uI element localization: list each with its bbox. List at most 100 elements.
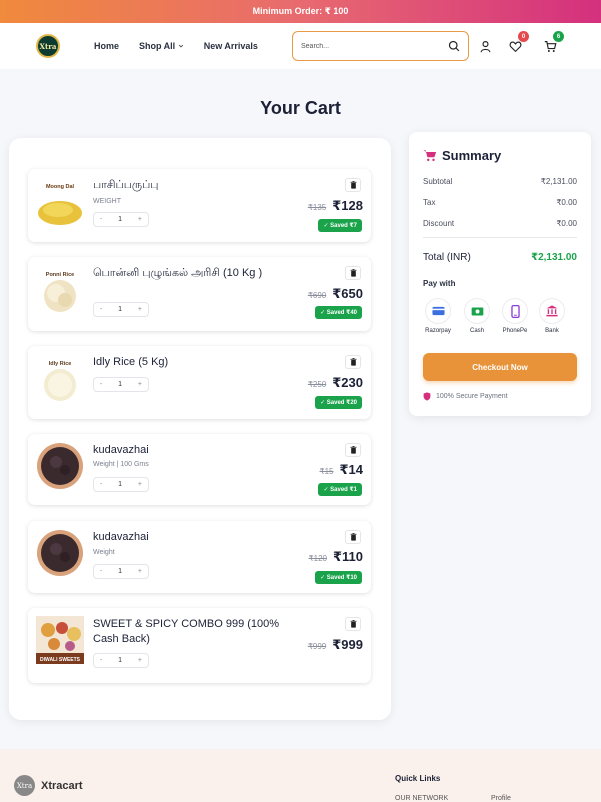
qty-value: 1 bbox=[118, 657, 123, 664]
discount-row: Discount ₹0.00 bbox=[423, 219, 577, 228]
remove-item-button[interactable] bbox=[345, 530, 361, 544]
saved-badge: ✓ Saved ₹1 bbox=[318, 483, 362, 496]
product-image-label: Idly Rice bbox=[49, 361, 72, 367]
remove-item-button[interactable] bbox=[345, 443, 361, 457]
payment-option-cash[interactable]: Cash bbox=[462, 298, 492, 334]
qty-plus-button[interactable]: + bbox=[138, 381, 142, 388]
qty-minus-button[interactable]: - bbox=[100, 657, 102, 664]
remove-item-button[interactable] bbox=[345, 178, 361, 192]
wishlist-icon[interactable]: 0 bbox=[507, 31, 529, 54]
qty-value: 1 bbox=[118, 568, 123, 575]
payment-option-bank[interactable]: Bank bbox=[537, 298, 567, 334]
price-group: ₹690 ₹650 bbox=[308, 286, 363, 302]
wishlist-count-badge: 0 bbox=[518, 31, 529, 42]
footer-logo: Xtra bbox=[14, 775, 35, 796]
payment-option-phonepe[interactable]: PhonePe bbox=[500, 298, 530, 334]
item-name: kudavazhai bbox=[93, 531, 149, 543]
promo-banner: Minimum Order: ₹ 100 bbox=[0, 0, 601, 23]
footer-brand: Xtracart bbox=[41, 780, 83, 792]
qty-plus-button[interactable]: + bbox=[138, 657, 142, 664]
qty-plus-button[interactable]: + bbox=[138, 216, 142, 223]
qty-plus-button[interactable]: + bbox=[138, 481, 142, 488]
product-image: Idly Rice bbox=[36, 356, 84, 404]
qty-plus-button[interactable]: + bbox=[138, 568, 142, 575]
footer: Xtra Xtracart Quick Links OUR NETWORK Pr… bbox=[0, 749, 601, 802]
phone-icon bbox=[510, 304, 520, 318]
cart-item: kudavazhai Weight - 1 + ₹120 ₹110 ✓ Saved ₹… bbox=[28, 521, 371, 593]
quantity-stepper: - 1 + bbox=[93, 377, 149, 392]
tax-row: Tax ₹0.00 bbox=[423, 198, 577, 207]
quantity-stepper: - 1 + bbox=[93, 564, 149, 579]
product-image: Ponni Rice bbox=[36, 267, 84, 315]
trash-icon bbox=[350, 358, 356, 366]
nav-home[interactable]: Home bbox=[94, 41, 119, 51]
current-price: ₹999 bbox=[332, 637, 363, 652]
remove-item-button[interactable] bbox=[345, 355, 361, 369]
item-variant: WEIGHT bbox=[93, 198, 121, 205]
chevron-down-icon bbox=[178, 44, 183, 48]
quantity-stepper: - 1 + bbox=[93, 212, 149, 227]
qty-plus-button[interactable]: + bbox=[138, 306, 142, 313]
site-logo[interactable]: Xtra bbox=[36, 34, 60, 58]
quantity-stepper: - 1 + bbox=[93, 302, 149, 317]
cart-icon[interactable]: 6 bbox=[542, 31, 564, 54]
qty-value: 1 bbox=[118, 381, 123, 388]
top-navigation: Xtra Home Shop All New Arrivals 0 6 bbox=[0, 23, 601, 69]
trash-icon bbox=[350, 533, 356, 541]
main-nav: Home Shop All New Arrivals bbox=[94, 41, 258, 51]
qty-minus-button[interactable]: - bbox=[100, 568, 102, 575]
current-price: ₹650 bbox=[332, 286, 363, 301]
qty-minus-button[interactable]: - bbox=[100, 481, 102, 488]
remove-item-button[interactable] bbox=[345, 617, 361, 631]
trash-icon bbox=[350, 181, 356, 189]
payment-option-razorpay[interactable]: Razorpay bbox=[423, 298, 453, 334]
item-variant: Weight | 100 Gms bbox=[93, 461, 149, 468]
original-price: ₹999 bbox=[307, 642, 327, 651]
cart-item: kudavazhai Weight | 100 Gms - 1 + ₹15 ₹14 ✓… bbox=[28, 434, 371, 505]
product-image: DIWALI SWEETS bbox=[36, 616, 84, 664]
account-icon[interactable] bbox=[477, 38, 493, 54]
footer-link-our-network[interactable]: OUR NETWORK bbox=[395, 795, 448, 802]
price-group: ₹120 ₹110 bbox=[309, 549, 363, 565]
summary-heading: Summary bbox=[423, 148, 501, 163]
original-price: ₹690 bbox=[307, 291, 327, 300]
original-price: ₹120 bbox=[308, 554, 327, 563]
checkout-button[interactable]: Checkout Now bbox=[423, 353, 577, 381]
secure-payment-note: 100% Secure Payment bbox=[423, 392, 508, 401]
original-price: ₹15 bbox=[319, 467, 334, 476]
footer-link-profile[interactable]: Profile bbox=[491, 795, 511, 802]
nav-shop-all[interactable]: Shop All bbox=[139, 41, 184, 51]
saved-badge: ✓ Saved ₹40 bbox=[315, 306, 362, 319]
trash-icon bbox=[350, 446, 356, 454]
summary-divider bbox=[423, 237, 577, 238]
cart-icon bbox=[423, 150, 437, 162]
current-price: ₹128 bbox=[332, 198, 363, 213]
search-box bbox=[292, 31, 469, 61]
price-group: ₹250 ₹230 bbox=[308, 375, 363, 391]
qty-minus-button[interactable]: - bbox=[100, 381, 102, 388]
product-image-label: Moong Dal bbox=[46, 184, 75, 190]
item-name: SWEET & SPICY COMBO 999 (100% Cash Back) bbox=[93, 618, 280, 645]
card-icon bbox=[431, 306, 445, 316]
nav-new-arrivals[interactable]: New Arrivals bbox=[204, 41, 258, 51]
remove-item-button[interactable] bbox=[345, 266, 361, 280]
cart-item: Idly Rice Idly Rice (5 Kg) -1 + ₹250 ₹230 … bbox=[28, 346, 371, 419]
search-input[interactable] bbox=[301, 42, 448, 50]
cash-icon bbox=[471, 306, 483, 316]
search-icon[interactable] bbox=[448, 40, 460, 52]
qty-minus-button[interactable]: - bbox=[100, 216, 102, 223]
price-group: ₹999 ₹999 bbox=[308, 637, 363, 653]
bank-icon bbox=[546, 305, 558, 317]
product-image bbox=[36, 442, 84, 490]
qty-value: 1 bbox=[118, 306, 123, 313]
cart-item: DIWALI SWEETS SWEET & SPICY COMBO 999 (1… bbox=[28, 608, 371, 683]
current-price: ₹110 bbox=[332, 549, 363, 564]
price-group: ₹15 ₹14 bbox=[319, 462, 363, 478]
item-name: kudavazhai bbox=[93, 444, 149, 456]
shield-icon bbox=[423, 392, 431, 401]
item-variant: Weight bbox=[93, 549, 115, 556]
qty-minus-button[interactable]: - bbox=[100, 306, 102, 313]
original-price: ₹250 bbox=[307, 380, 327, 389]
price-group: ₹135 ₹128 bbox=[308, 198, 363, 214]
product-image: Moong Dal bbox=[36, 179, 84, 227]
